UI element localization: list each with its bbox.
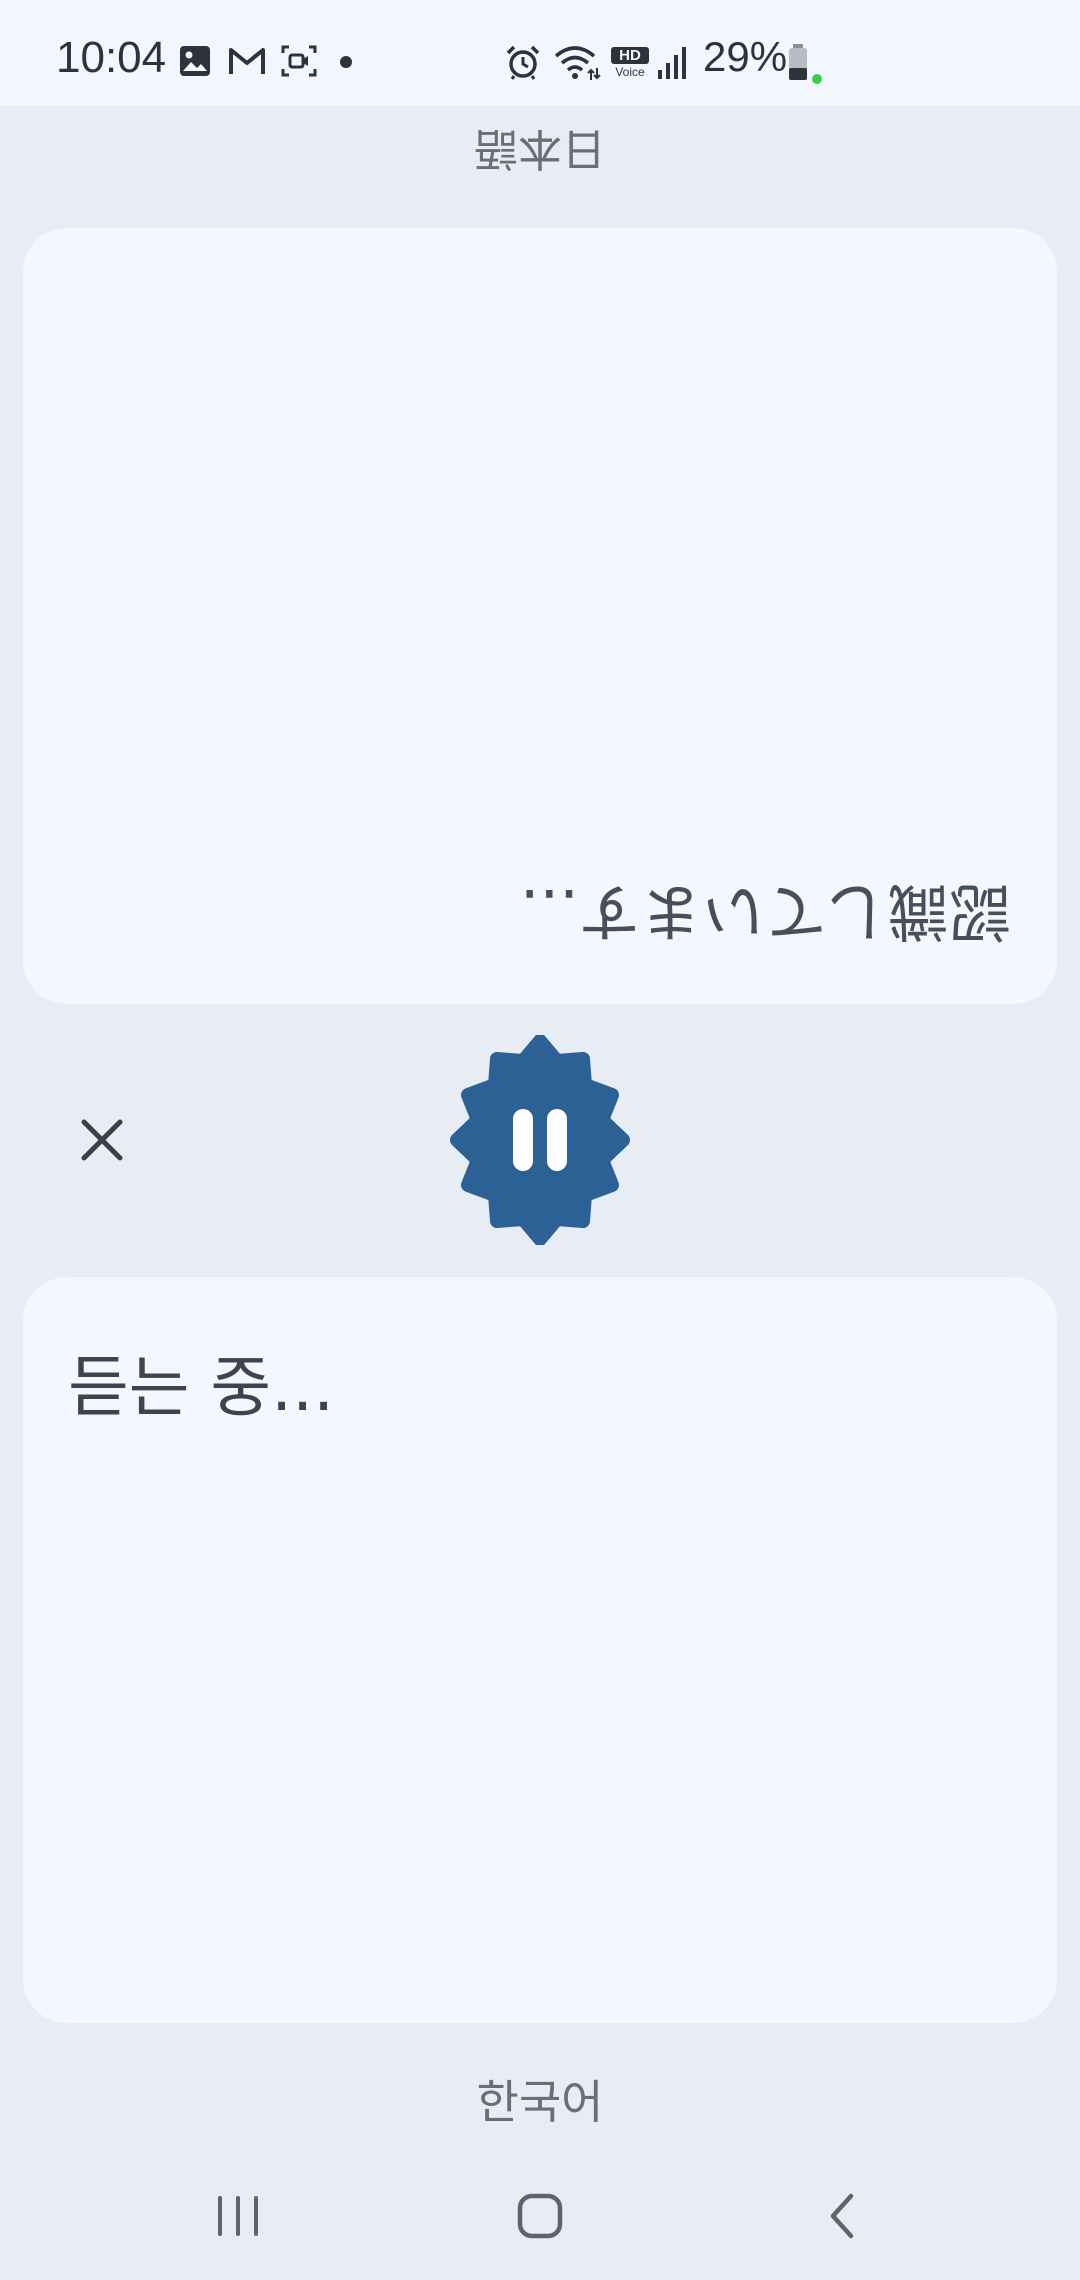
battery-icon xyxy=(789,44,822,84)
voice-label: Voice xyxy=(615,65,645,79)
gmail-icon xyxy=(229,48,265,74)
wifi-icon xyxy=(554,46,601,80)
top-language-label: 日本語 xyxy=(474,123,606,174)
battery-percent: 29% xyxy=(703,33,788,80)
screen-recorder-icon xyxy=(281,45,317,77)
recents-icon xyxy=(218,2196,258,2236)
recents-button[interactable] xyxy=(198,2186,278,2246)
home-icon xyxy=(517,2193,563,2239)
hd-voice-icon: HD Voice xyxy=(611,47,649,83)
status-time: 10:04 xyxy=(56,33,167,82)
home-button[interactable] xyxy=(500,2186,580,2246)
alarm-icon xyxy=(506,45,540,80)
notification-dot-icon xyxy=(340,56,352,68)
back-button[interactable] xyxy=(803,2186,883,2246)
bottom-language-label: 한국어 xyxy=(476,2075,604,2129)
gallery-icon xyxy=(180,46,210,76)
pause-button-shape xyxy=(450,1035,630,1245)
bottom-transcript-card: 듣는 중... xyxy=(23,1277,1057,2023)
hd-label: HD xyxy=(611,47,649,64)
bottom-transcript-text: 듣는 중... xyxy=(68,1349,335,1426)
pause-button[interactable] xyxy=(435,1035,645,1245)
close-icon xyxy=(81,1119,123,1161)
status-bar: 10:04 HD Voice 29% xyxy=(0,0,1080,106)
signal-icon xyxy=(658,47,686,79)
top-transcript-text: 認識しています... xyxy=(519,875,1011,948)
top-transcript-card: 認識しています... xyxy=(23,228,1057,1004)
back-icon xyxy=(830,2193,854,2239)
close-button[interactable] xyxy=(72,1110,132,1170)
